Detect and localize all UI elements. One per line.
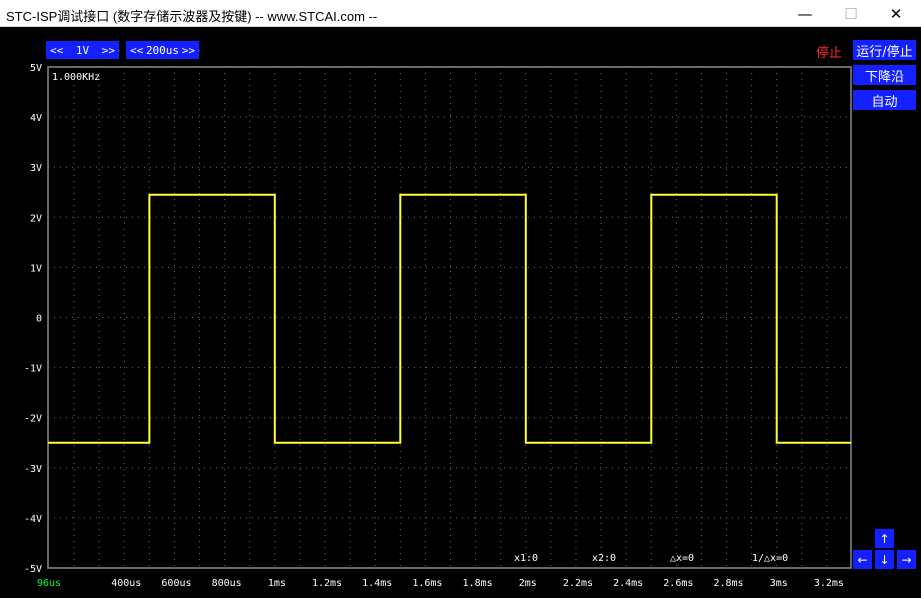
volt-scale-value: 1V — [75, 43, 90, 57]
scope-border — [47, 66, 852, 569]
oscilloscope-display: 5V 4V 3V 2V 1V 0 -1V -2V -3V -4V -5V 400us 600us 800… — [24, 63, 852, 589]
cursor-x1-readout: x1:0 — [514, 553, 538, 564]
x-tick-label: 2.6ms — [663, 578, 693, 589]
time-scale-value: 200us — [145, 43, 180, 57]
y-axis-labels: 5V 4V 3V 2V 1V 0 -1V -2V -3V -4V -5V — [24, 63, 42, 575]
y-tick-label: -3V — [24, 464, 42, 475]
title-bar: STC-ISP调试接口 (数字存储示波器及按键) -- www.STCAI.co… — [0, 0, 921, 27]
time-increase-button[interactable]: >> — [182, 44, 195, 57]
maximize-icon[interactable]: ☐ — [828, 0, 874, 27]
y-tick-label: 3V — [30, 163, 42, 174]
volt-scale-control: << 1V >> — [46, 41, 119, 59]
x-tick-label: 400us — [111, 578, 141, 589]
time-scale-control: << 200us >> — [126, 41, 199, 59]
x-tick-label: 2.4ms — [613, 578, 643, 589]
x-tick-label: 1.2ms — [312, 578, 342, 589]
auto-button[interactable]: 自动 — [853, 90, 916, 110]
y-tick-label: -5V — [24, 564, 42, 575]
x-tick-label: 3.2ms — [814, 578, 844, 589]
volt-decrease-button[interactable]: << — [50, 44, 63, 57]
volt-increase-button[interactable]: >> — [102, 44, 115, 57]
trigger-edge-button[interactable]: 下降沿 — [853, 65, 916, 85]
x-tick-label: 2ms — [519, 578, 537, 589]
run-stop-button[interactable]: 运行/停止 — [853, 40, 916, 60]
cursor-x2-readout: x2:0 — [592, 553, 616, 564]
y-tick-label: 4V — [30, 113, 42, 124]
delta-x-readout: △x=0 — [670, 553, 694, 564]
inverse-delta-x-readout: 1/△x=0 — [752, 553, 788, 564]
y-tick-label: 2V — [30, 213, 42, 224]
up-arrow-icon[interactable]: ↑ — [875, 529, 894, 548]
scope-grid — [48, 67, 851, 568]
x-tick-label: 1.6ms — [412, 578, 442, 589]
y-tick-label: -2V — [24, 414, 42, 425]
x-tick-label: 2.8ms — [713, 578, 743, 589]
y-tick-label: -1V — [24, 364, 42, 375]
window-title: STC-ISP调试接口 (数字存储示波器及按键) -- www.STCAI.co… — [6, 9, 378, 24]
down-arrow-icon[interactable]: ↓ — [875, 550, 894, 569]
close-icon[interactable]: ✕ — [873, 0, 919, 27]
signal-trace — [48, 193, 851, 444]
y-tick-label: 1V — [30, 263, 42, 274]
frequency-readout: 1.000KHz — [52, 72, 100, 83]
x-tick-label: 2.2ms — [563, 578, 593, 589]
x-tick-label: 3ms — [770, 578, 788, 589]
x-tick-label: 1.4ms — [362, 578, 392, 589]
x-axis-labels: 400us 600us 800us 1ms 1.2ms 1.4ms 1.6ms 1.8ms 2m… — [111, 578, 844, 589]
left-arrow-icon[interactable]: ← — [853, 550, 872, 569]
x-tick-label: 1ms — [268, 578, 286, 589]
x-tick-label: 600us — [161, 578, 191, 589]
right-arrow-icon[interactable]: → — [897, 550, 916, 569]
x-tick-label: 1.8ms — [463, 578, 493, 589]
y-tick-label: 5V — [30, 63, 42, 74]
x-tick-label: 800us — [212, 578, 242, 589]
minimize-icon[interactable]: — — [782, 0, 828, 27]
y-tick-label: 0 — [36, 314, 42, 325]
x-start-label: 96us — [37, 578, 61, 589]
time-decrease-button[interactable]: << — [130, 44, 143, 57]
y-tick-label: -4V — [24, 514, 42, 525]
run-status-label: 停止 — [816, 46, 843, 61]
